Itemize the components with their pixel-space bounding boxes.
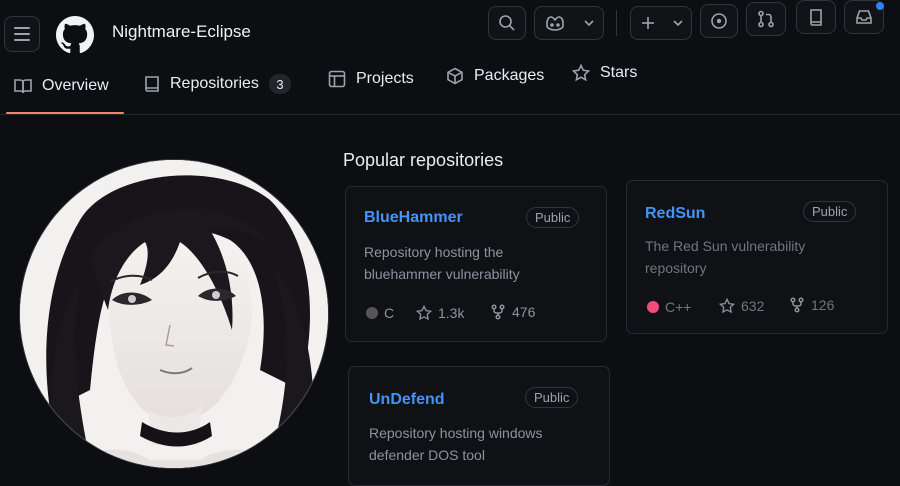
repo-card: UnDefend Public Repository hosting windo… (348, 366, 610, 486)
tab-projects-label: Projects (356, 70, 414, 87)
notification-indicator (876, 2, 884, 10)
top-bar: Nightmare-Eclipse (0, 0, 900, 70)
repo-description: Repository hosting the bluehammer vulner… (364, 244, 520, 282)
repo-description: The Red Sun vulnerability repository (645, 238, 806, 276)
repositories-button[interactable] (796, 0, 836, 34)
tab-overview-label: Overview (42, 77, 109, 94)
search-icon (499, 15, 515, 31)
repo-stars[interactable]: 1.3k (416, 305, 464, 321)
language-label: C++ (665, 299, 692, 315)
repo-name-link[interactable]: BlueHammer (364, 209, 463, 227)
tab-overview[interactable]: Overview (14, 77, 109, 95)
repositories-count-badge: 3 (268, 74, 291, 94)
tab-repositories[interactable]: Repositories 3 (144, 74, 291, 94)
issues-button[interactable] (700, 4, 738, 38)
avatar[interactable] (20, 160, 328, 468)
repo-forks[interactable]: 126 (789, 297, 834, 313)
repo-card: RedSun Public The Red Sun vulnerability … (626, 180, 888, 334)
fork-icon (491, 304, 505, 320)
visibility-badge: Public (525, 387, 579, 408)
tab-packages[interactable]: Packages (446, 67, 544, 85)
menu-button[interactable] (4, 16, 40, 52)
star-icon (572, 64, 590, 82)
language-color-dot (647, 301, 659, 313)
popular-repositories-title: Popular repositories (343, 150, 504, 170)
chevron-down-icon (584, 20, 594, 27)
tab-stars[interactable]: Stars (572, 64, 637, 82)
language-color-dot (366, 307, 378, 319)
repo-description: Repository hosting windows defender DOS … (369, 425, 543, 463)
repo-card: BlueHammer Public Repository hosting the… (345, 186, 607, 342)
star-icon (719, 298, 735, 314)
repo-name-link[interactable]: UnDefend (369, 391, 445, 409)
toolbar-divider (616, 10, 617, 36)
profile-tabs: Overview Repositories 3 Projects Package… (0, 62, 900, 114)
stars-count: 1.3k (438, 305, 465, 321)
repo-name-link[interactable]: RedSun (645, 205, 705, 223)
avatar-illustration (20, 160, 328, 468)
forks-count: 476 (512, 304, 536, 320)
chevron-down-icon (672, 20, 683, 27)
inbox-icon (856, 10, 872, 24)
tab-packages-label: Packages (474, 67, 545, 84)
fork-icon (790, 297, 804, 313)
plus-icon (641, 17, 654, 29)
repo-forks[interactable]: 476 (490, 304, 535, 320)
stars-count: 632 (741, 298, 765, 314)
tabs-divider (0, 114, 900, 115)
table-icon (328, 70, 346, 88)
search-button[interactable] (488, 6, 526, 40)
pull-requests-icon (758, 10, 774, 28)
pull-requests-button[interactable] (746, 2, 786, 36)
profile-username[interactable]: Nightmare-Eclipse (112, 22, 251, 42)
tab-projects[interactable]: Projects (328, 70, 414, 88)
github-logo[interactable] (56, 16, 94, 54)
repo-stars[interactable]: 632 (719, 298, 764, 314)
repo-language: C (366, 305, 394, 321)
tab-stars-label: Stars (600, 64, 638, 81)
package-icon (447, 67, 463, 85)
book-icon (14, 79, 32, 94)
forks-count: 126 (811, 297, 835, 313)
visibility-badge: Public (526, 207, 580, 228)
copilot-button[interactable] (534, 6, 604, 40)
star-icon (416, 305, 432, 321)
menu-icon (14, 27, 30, 29)
copilot-icon (546, 16, 564, 31)
repo-icon (145, 76, 159, 92)
tab-repositories-label: Repositories (170, 75, 259, 92)
repo-icon (810, 9, 822, 26)
language-label: C (384, 305, 395, 321)
create-new-button[interactable] (630, 6, 692, 40)
visibility-badge: Public (803, 201, 857, 222)
repo-language: C++ (647, 299, 691, 315)
issues-icon (711, 13, 727, 29)
